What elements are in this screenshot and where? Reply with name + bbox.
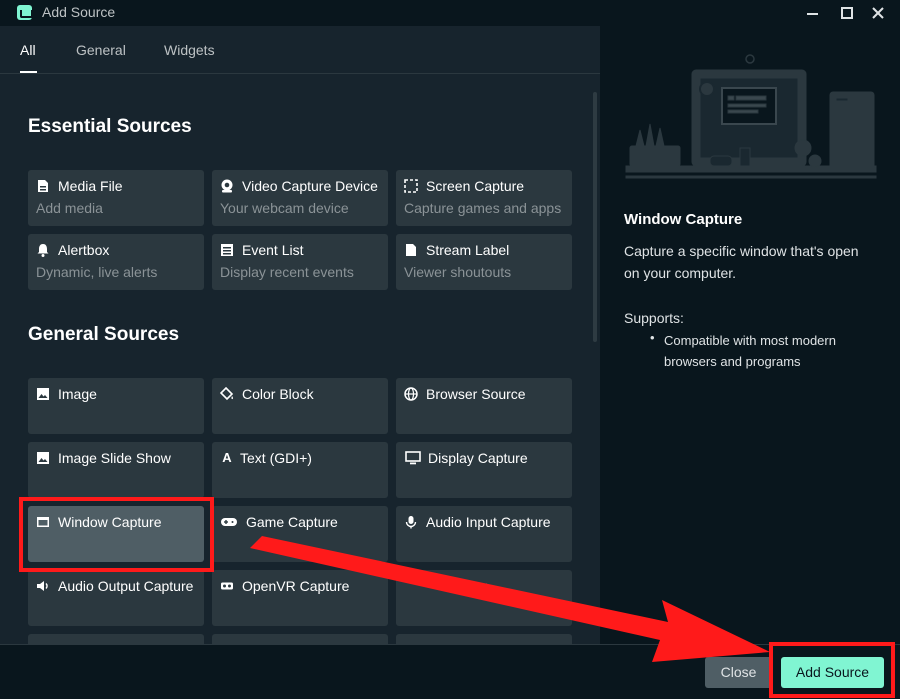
source-card-row-next[interactable] (396, 634, 572, 644)
source-card-image-slide-show[interactable]: Image Slide Show (28, 442, 204, 498)
source-card-stream-label[interactable]: Stream Label Viewer shoutouts (396, 234, 572, 290)
active-tab-indicator (20, 71, 37, 73)
card-title: Color Block (242, 386, 314, 402)
maximize-icon[interactable] (837, 3, 857, 23)
card-title: Audio Output Capture (58, 578, 194, 594)
source-card-openvr-capture[interactable]: OpenVR Capture (212, 570, 388, 626)
tab-bar: All General Widgets (0, 26, 600, 74)
card-title: Image (58, 386, 97, 402)
minimize-icon[interactable] (803, 3, 823, 23)
card-title: Alertbox (58, 242, 110, 258)
supports-item: Compatible with most modern browsers and… (664, 333, 836, 369)
detail-title: Window Capture (624, 211, 743, 228)
source-card-partial[interactable]: Sourc (396, 570, 572, 626)
scrollbar[interactable] (593, 92, 597, 342)
app-logo-icon (17, 5, 33, 20)
close-icon[interactable] (868, 3, 888, 23)
card-title: Game Capture (246, 514, 338, 530)
screen-selection-icon (404, 179, 418, 193)
source-card-media-file[interactable]: Media File Add media (28, 170, 204, 226)
supports-label: Supports: (624, 310, 684, 326)
source-card-row-next[interactable] (28, 634, 204, 644)
card-title: Event List (242, 242, 304, 258)
card-title: Display Capture (428, 450, 528, 466)
source-card-audio-output-capture[interactable]: Audio Output Capture (28, 570, 204, 626)
window-capture-illustration (625, 54, 877, 179)
card-title: Text (GDI+) (240, 450, 312, 466)
card-description: Dynamic, live alerts (36, 264, 158, 280)
add-source-button[interactable]: Add Source (781, 657, 884, 688)
source-detail-panel: Window Capture Capture a specific window… (600, 26, 900, 644)
card-title: Window Capture (58, 514, 162, 530)
source-card-audio-input-capture[interactable]: Audio Input Capture (396, 506, 572, 562)
card-title: Media File (58, 178, 123, 194)
source-card-browser-source[interactable]: Browser Source (396, 378, 572, 434)
speaker-icon (36, 579, 50, 593)
source-card-display-capture[interactable]: Display Capture (396, 442, 572, 498)
card-description: Viewer shoutouts (404, 264, 512, 280)
image-icon (36, 387, 50, 401)
sources-panel: All General Widgets Essential Sources Me… (0, 26, 600, 644)
card-description: Capture games and apps (404, 200, 562, 216)
file-icon (36, 179, 50, 193)
globe-icon (404, 387, 418, 401)
card-title: Video Capture Device (242, 178, 378, 194)
card-title: OpenVR Capture (242, 578, 350, 594)
card-description: Your webcam device (220, 200, 349, 216)
tab-general[interactable]: General (76, 42, 126, 58)
card-title: Screen Capture (426, 178, 525, 194)
dialog-footer: Close Add Source (0, 644, 900, 699)
source-card-screen-capture[interactable]: Screen Capture Capture games and apps (396, 170, 572, 226)
card-title: Audio Input Capture (426, 514, 551, 530)
source-card-alertbox[interactable]: Alertbox Dynamic, live alerts (28, 234, 204, 290)
source-card-event-list[interactable]: Event List Display recent events (212, 234, 388, 290)
title-bar: Add Source (0, 0, 900, 26)
source-card-video-capture-device[interactable]: Video Capture Device Your webcam device (212, 170, 388, 226)
source-card-color-block[interactable]: Color Block (212, 378, 388, 434)
source-card-game-capture[interactable]: Game Capture (212, 506, 388, 562)
detail-description: Capture a specific window that's open on… (624, 243, 859, 281)
general-sources-heading: General Sources (28, 324, 180, 345)
card-title: Browser Source (426, 386, 526, 402)
source-card-image[interactable]: Image (28, 378, 204, 434)
window-title: Add Source (42, 4, 116, 20)
image-icon (36, 451, 50, 465)
text-icon: A (222, 450, 232, 465)
window-icon (36, 515, 50, 529)
source-card-text-gdi[interactable]: A Text (GDI+) (212, 442, 388, 498)
vr-headset-icon (220, 579, 234, 593)
document-icon (404, 243, 418, 257)
bullet-icon: • (650, 330, 655, 345)
source-card-row-next[interactable] (212, 634, 388, 644)
card-title: Sourc (452, 578, 489, 594)
microphone-icon (404, 515, 418, 529)
source-card-window-capture[interactable]: Window Capture (28, 506, 204, 562)
card-description: Display recent events (220, 264, 354, 280)
tab-all[interactable]: All (20, 42, 36, 58)
list-icon (220, 243, 234, 257)
essential-sources-heading: Essential Sources (28, 116, 192, 137)
card-description: Add media (36, 200, 103, 216)
webcam-icon (220, 179, 234, 193)
bell-icon (36, 243, 50, 257)
close-button[interactable]: Close (705, 657, 772, 688)
card-title: Image Slide Show (58, 450, 171, 466)
card-title: Stream Label (426, 242, 510, 258)
paint-bucket-icon (219, 386, 234, 401)
monitor-icon (404, 451, 422, 465)
gamepad-icon (220, 515, 238, 529)
tab-widgets[interactable]: Widgets (164, 42, 215, 58)
